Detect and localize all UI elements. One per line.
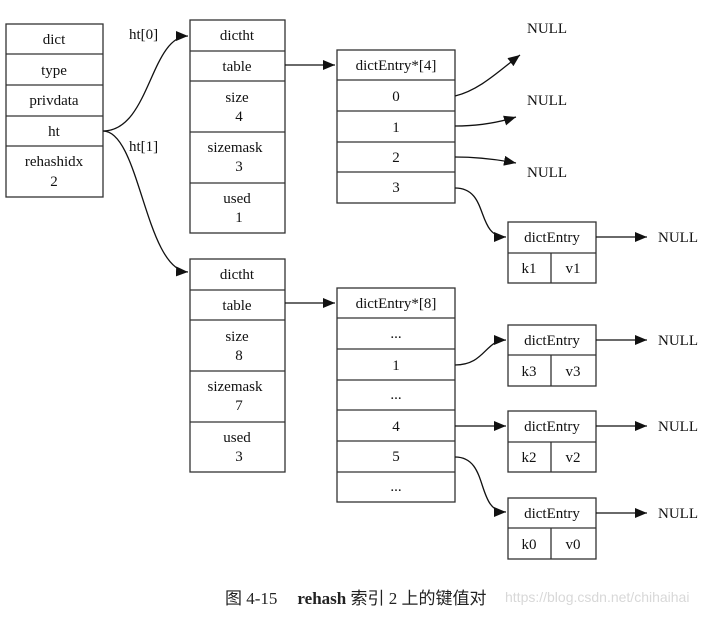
null-label: NULL xyxy=(658,333,698,349)
table-0-slot: 0 xyxy=(392,89,400,105)
dictht-1-size-label: size xyxy=(225,329,249,345)
caption-text: 索引 2 上的键值对 xyxy=(346,589,487,608)
table-0-slot: 1 xyxy=(392,120,400,136)
edge-slot2-null xyxy=(454,155,517,166)
dictht-0-sizemask-value: 3 xyxy=(235,159,243,175)
dictht-1-used-label: used xyxy=(223,430,251,446)
dictht-0-size-label: size xyxy=(225,90,249,106)
entry-value: v0 xyxy=(566,537,581,553)
table-1-slot: 5 xyxy=(392,449,400,465)
null-label: NULL xyxy=(527,21,567,37)
entry-title: dictEntry xyxy=(524,506,580,522)
dict-entry-k0: dictEntry k0 v0 xyxy=(507,497,597,560)
table-1-slot: ... xyxy=(390,387,401,403)
edge-slot3-entry xyxy=(454,187,507,242)
table-1-slot: 4 xyxy=(392,419,400,435)
entry-title: dictEntry xyxy=(524,230,580,246)
dict-entry-k1: dictEntry k1 v1 xyxy=(507,221,597,284)
entry-title: dictEntry xyxy=(524,333,580,349)
edge-slot1-entry-k3 xyxy=(454,335,507,366)
entry-key: k3 xyxy=(522,364,537,380)
dictht-0-sizemask-label: sizemask xyxy=(208,140,263,156)
dict-node: dict type privdata ht rehashidx 2 xyxy=(5,23,104,198)
figure-number: 图 4-15 xyxy=(225,589,278,608)
dictht-1-sizemask-value: 7 xyxy=(235,398,243,414)
dict-title: dict xyxy=(43,32,66,48)
dictht-1-title: dictht xyxy=(220,267,255,283)
dictht-0-table: table xyxy=(222,59,251,75)
null-label: NULL xyxy=(658,230,698,246)
watermark: https://blog.csdn.net/chihaihai xyxy=(505,589,690,605)
null-label: NULL xyxy=(527,165,567,181)
table-1-slot: 1 xyxy=(392,358,400,374)
dictht-1-sizemask-label: sizemask xyxy=(208,379,263,395)
dict-field-privdata: privdata xyxy=(29,93,78,109)
edge-ht0 xyxy=(102,31,189,132)
entry-value: v1 xyxy=(566,261,581,277)
caption-keyword: rehash xyxy=(297,589,347,608)
entry-key: k1 xyxy=(522,261,537,277)
table-1-slot: ... xyxy=(390,479,401,495)
table-0-node: dictEntry*[4] 0 1 2 3 xyxy=(336,49,456,204)
dictht-0-size-value: 4 xyxy=(235,109,243,125)
table-0-title: dictEntry*[4] xyxy=(356,58,437,74)
entry-key: k0 xyxy=(522,537,537,553)
entry-value: v3 xyxy=(566,364,581,380)
entry-title: dictEntry xyxy=(524,419,580,435)
dictht-1-used-value: 3 xyxy=(235,449,243,465)
table-1-node: dictEntry*[8] ... 1 ... 4 5 ... xyxy=(336,287,456,503)
edge-label-ht1: ht[1] xyxy=(129,139,158,155)
dict-entry-k3: dictEntry k3 v3 xyxy=(507,324,597,387)
dict-rehashidx-label: rehashidx xyxy=(25,154,84,170)
dictht-0-used-label: used xyxy=(223,191,251,207)
dictht-1-table: table xyxy=(222,298,251,314)
edge-slot1-null xyxy=(454,115,517,127)
table-0-slot: 2 xyxy=(392,150,400,166)
dict-field-type: type xyxy=(41,63,67,79)
dict-rehashidx-value: 2 xyxy=(50,174,58,190)
null-label: NULL xyxy=(527,93,567,109)
table-1-title: dictEntry*[8] xyxy=(356,296,437,312)
dictht-0-node: dictht table size 4 sizemask 3 used 1 xyxy=(189,19,286,234)
edge-label-ht0: ht[0] xyxy=(129,27,158,43)
figure-caption: 图 4-15 rehash 索引 2 上的键值对 xyxy=(225,584,486,609)
edge-slot0-null xyxy=(454,54,521,97)
dict-field-ht: ht xyxy=(48,124,61,140)
edge-slot5-entry-k0 xyxy=(454,456,507,517)
table-1-slot: ... xyxy=(390,326,401,342)
table-0-slot: 3 xyxy=(392,180,400,196)
null-label: NULL xyxy=(658,506,698,522)
entry-key: k2 xyxy=(522,450,537,466)
null-label: NULL xyxy=(658,419,698,435)
dictht-0-used-value: 1 xyxy=(235,210,243,226)
rehash-diagram: dict type privdata ht rehashidx 2 ht[0] … xyxy=(5,19,698,560)
entry-value: v2 xyxy=(566,450,581,466)
dictht-1-node: dictht table size 8 sizemask 7 used 3 xyxy=(189,258,286,473)
dictht-1-size-value: 8 xyxy=(235,348,243,364)
dict-entry-k2: dictEntry k2 v2 xyxy=(507,410,597,473)
dictht-0-title: dictht xyxy=(220,28,255,44)
